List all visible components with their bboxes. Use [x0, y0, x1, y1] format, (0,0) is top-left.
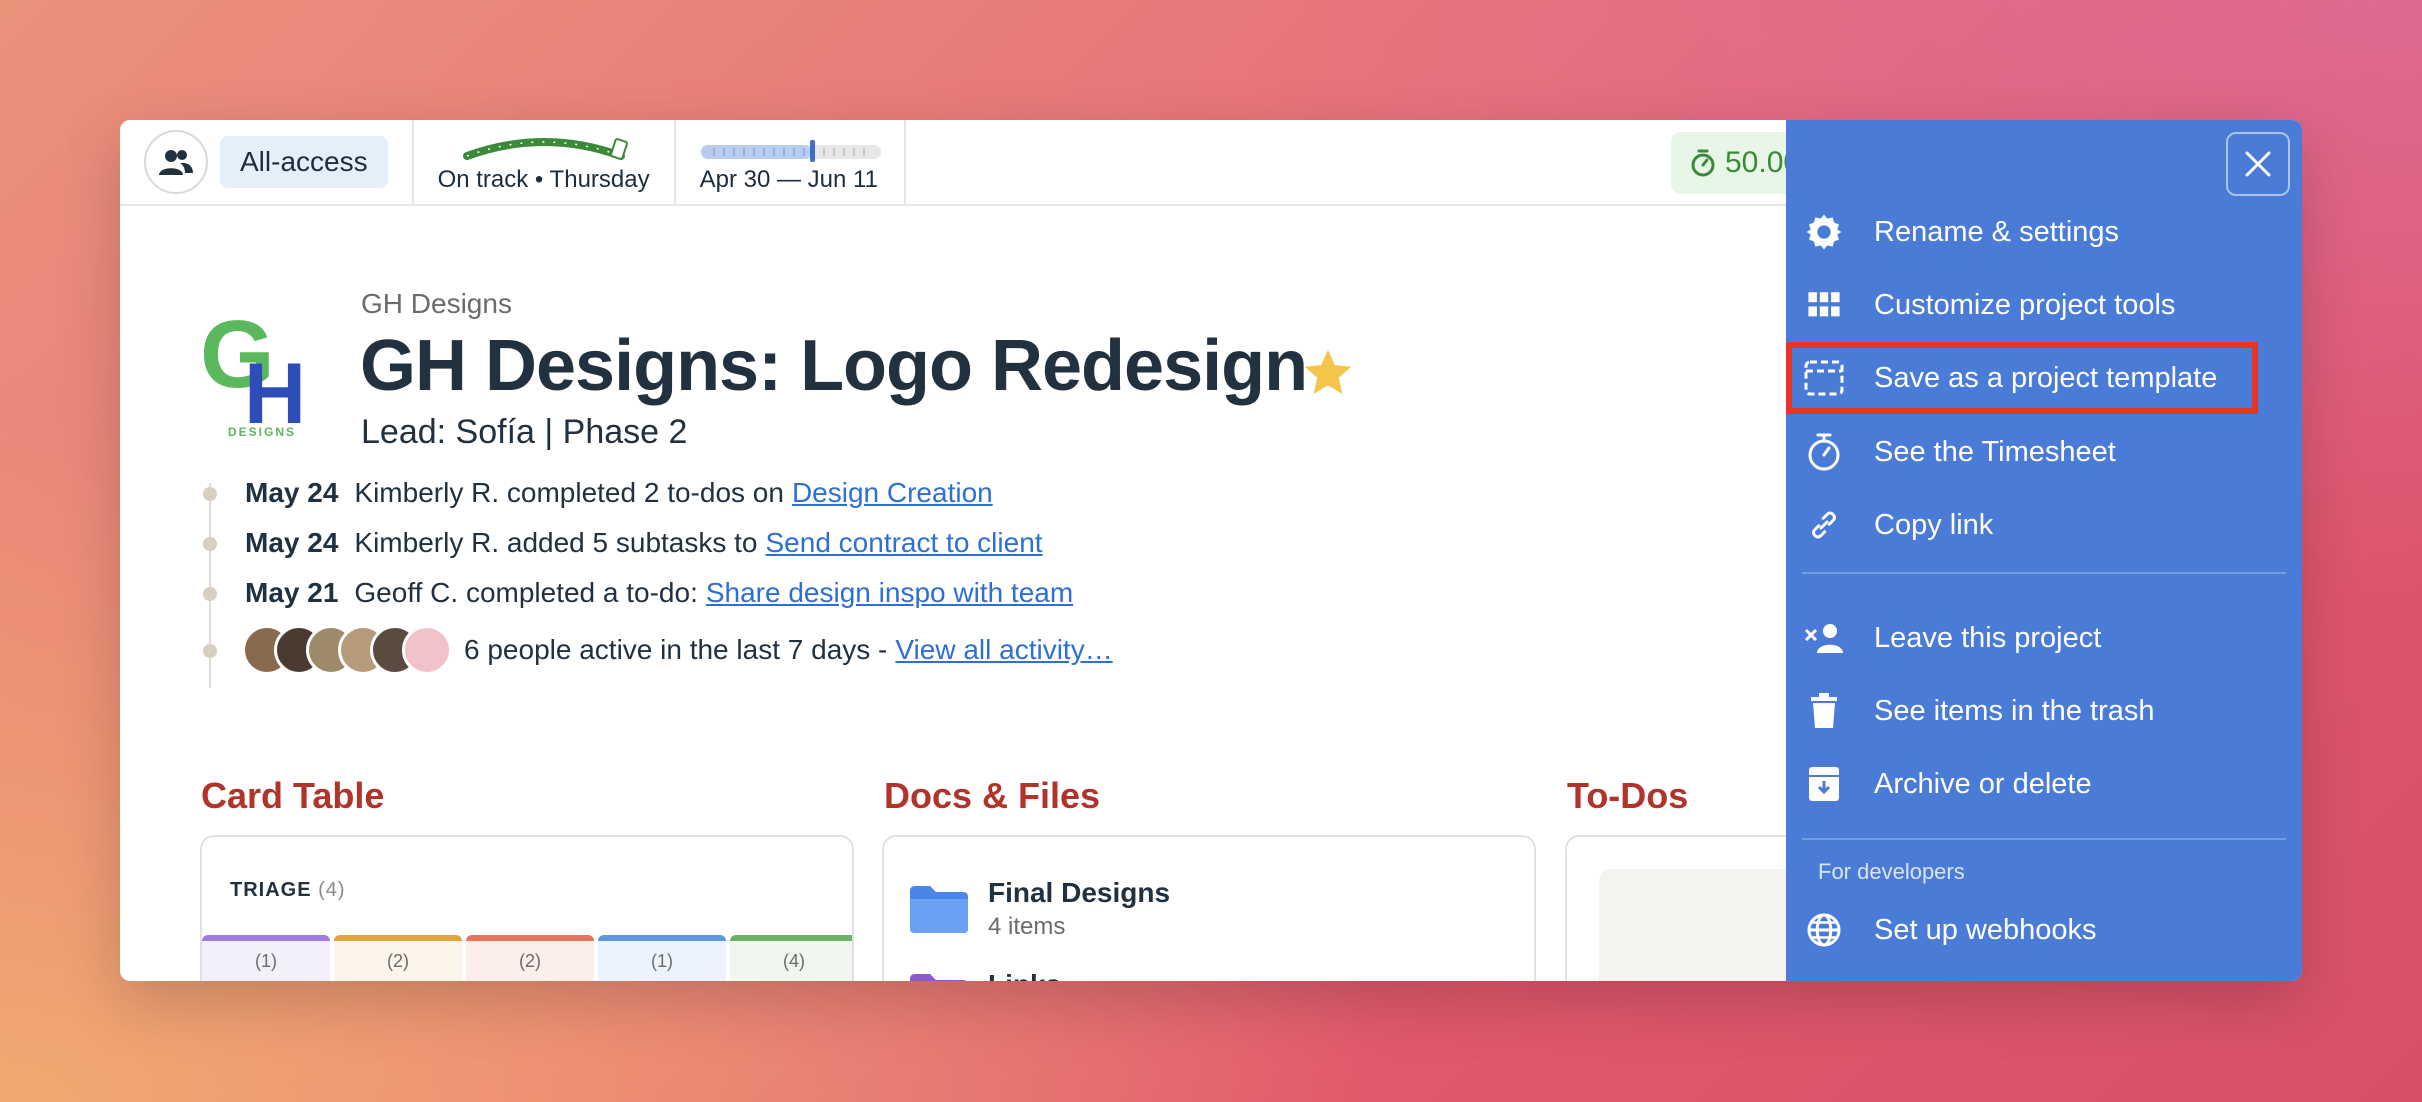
timeline-dot	[203, 537, 217, 551]
card-column: (2)	[466, 935, 594, 981]
activity-link[interactable]: Share design inspo with team	[706, 577, 1073, 609]
menu-divider	[1802, 572, 2286, 574]
access-control[interactable]: All-access	[120, 120, 414, 204]
card-table-title[interactable]: Card Table	[201, 775, 384, 817]
timeline-dot	[203, 587, 217, 601]
menu-item-timesheet[interactable]: See the Timesheet	[1786, 422, 2302, 482]
schedule-range[interactable]: Apr 30 — Jun 11	[676, 120, 906, 204]
menu-item-label: Set up webhooks	[1874, 913, 2097, 946]
stopwatch-icon	[1802, 430, 1846, 474]
menu-item-label: Copy link	[1874, 508, 1994, 541]
card-table-card[interactable]: TRIAGE (4) (1) (2) (2) (1) (4)	[200, 835, 854, 981]
card-column: (4)	[730, 935, 852, 981]
activity-link[interactable]: Design Creation	[792, 477, 993, 509]
hill-chart-status[interactable]: On track • Thursday	[414, 120, 676, 204]
people-icon	[144, 130, 208, 194]
card-column: (1)	[598, 935, 726, 981]
folder-icon	[910, 886, 968, 933]
archive-icon	[1802, 762, 1846, 806]
schedule-bar-icon	[700, 140, 881, 162]
card-column: (2)	[334, 935, 462, 981]
menu-item-copy-link[interactable]: Copy link	[1786, 495, 2302, 555]
schedule-dates-label: Apr 30 — Jun 11	[699, 166, 878, 193]
timeline-dot	[203, 487, 217, 501]
folder-name[interactable]: Links	[988, 969, 1061, 981]
project-logo: G H DESIGNS	[200, 301, 330, 442]
menu-item-save-template[interactable]: Save as a project template	[1786, 342, 2258, 414]
close-icon	[2245, 151, 2271, 177]
activity-text: Kimberly R. completed 2 to-dos on	[354, 477, 784, 508]
project-title: GH Designs: Logo Redesign	[360, 326, 1308, 406]
docs-files-title[interactable]: Docs & Files	[884, 775, 1100, 817]
folder-count: 4 items	[988, 913, 1066, 940]
people-active-row: 6 people active in the last 7 days - Vie…	[242, 625, 1113, 675]
svg-text:H: H	[244, 346, 306, 435]
menu-item-label: See items in the trash	[1874, 694, 2155, 727]
activity-item: May 21 Geoff C. completed a to-do: Share…	[245, 577, 1073, 609]
menu-item-rename-settings[interactable]: Rename & settings	[1786, 202, 2302, 262]
activity-item: May 24 Kimberly R. added 5 subtasks to S…	[245, 527, 1043, 559]
avatar	[402, 625, 452, 675]
hill-status-label: On track • Thursday	[437, 166, 650, 193]
view-all-activity-link[interactable]: View all activity…	[895, 634, 1112, 666]
menu-item-label: Customize project tools	[1874, 288, 2176, 321]
activity-date: May 21	[245, 577, 339, 608]
grid-icon	[1802, 283, 1846, 327]
menu-item-label: Leave this project	[1874, 621, 2102, 654]
docs-files-card[interactable]: Final Designs 4 items Links	[882, 835, 1536, 981]
leave-person-icon	[1802, 616, 1846, 660]
menu-item-label: See the Timesheet	[1874, 435, 2116, 468]
folder-icon	[910, 974, 967, 981]
triage-count: (4)	[318, 879, 346, 901]
project-subtitle: Lead: Sofía | Phase 2	[361, 413, 688, 451]
activity-text: Geoff C. completed a to-do:	[354, 577, 698, 608]
star-icon[interactable]	[1300, 345, 1356, 401]
menu-divider	[1802, 838, 2286, 840]
developers-section-label: For developers	[1818, 859, 1965, 884]
globe-icon	[1802, 908, 1846, 952]
project-options-menu: Rename & settings Customize project tool…	[1786, 120, 2302, 981]
menu-item-label: Save as a project template	[1874, 361, 2218, 394]
activity-date: May 24	[245, 477, 339, 508]
menu-item-webhooks[interactable]: Set up webhooks	[1786, 900, 2302, 960]
triage-label: TRIAGE (4)	[230, 879, 346, 901]
menu-item-customize-tools[interactable]: Customize project tools	[1786, 275, 2302, 335]
menu-item-leave-project[interactable]: Leave this project	[1786, 608, 2302, 668]
people-active-text: 6 people active in the last 7 days -	[464, 634, 888, 665]
hill-chart-icon	[462, 138, 628, 160]
menu-item-label: Rename & settings	[1874, 215, 2120, 248]
gear-icon	[1802, 210, 1846, 254]
logo-designs-text: DESIGNS	[228, 425, 297, 439]
stopwatch-icon	[1691, 149, 1715, 177]
activity-date: May 24	[245, 527, 339, 558]
activity-link[interactable]: Send contract to client	[766, 527, 1043, 559]
activity-text: Kimberly R. added 5 subtasks to	[354, 527, 758, 558]
client-name: GH Designs	[361, 288, 512, 319]
menu-item-label: Archive or delete	[1874, 767, 2092, 800]
activity-item: May 24 Kimberly R. completed 2 to-dos on…	[245, 477, 993, 509]
access-badge[interactable]: All-access	[220, 136, 388, 188]
timeline-dot	[203, 644, 217, 658]
menu-item-trash[interactable]: See items in the trash	[1786, 681, 2302, 741]
template-icon	[1802, 356, 1846, 400]
todos-title[interactable]: To-Dos	[1567, 775, 1688, 817]
card-column: (1)	[202, 935, 330, 981]
link-icon	[1802, 503, 1846, 547]
menu-item-archive-delete[interactable]: Archive or delete	[1786, 754, 2302, 814]
card-columns: (1) (2) (2) (1) (4)	[202, 935, 852, 981]
folder-name[interactable]: Final Designs	[988, 877, 1170, 909]
avatar-stack[interactable]	[242, 625, 452, 675]
close-button[interactable]	[2226, 132, 2290, 196]
trash-icon	[1802, 689, 1846, 733]
